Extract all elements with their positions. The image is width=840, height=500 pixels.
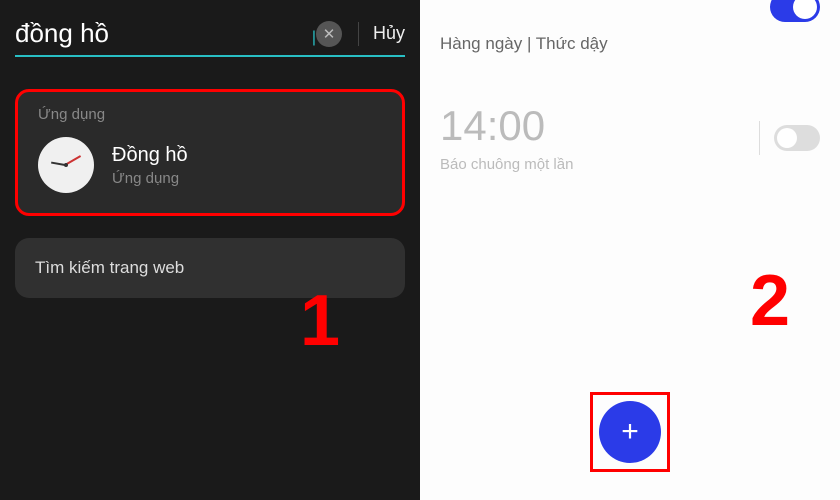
alarm-1-desc: Hàng ngày | Thức dậy	[440, 34, 820, 54]
clear-icon[interactable]: ✕	[316, 21, 342, 47]
annotation-step-1: 1	[300, 280, 340, 362]
toggle-on-icon[interactable]	[770, 0, 820, 22]
search-bar: đồng hồ| ✕ Hủy	[15, 0, 405, 57]
app-category: Ứng dụng	[112, 170, 188, 187]
alarm-screen: Hàng ngày | Thức dậy 14:00 Báo chuông mộ…	[420, 0, 840, 500]
annotation-highlight: +	[590, 392, 670, 472]
alarm-2-desc: Báo chuông một lần	[440, 156, 573, 173]
search-screen: đồng hồ| ✕ Hủy Ứng dụng Đồng hồ Ứng dụng…	[0, 0, 420, 500]
alarm-1[interactable]	[440, 0, 820, 22]
clock-icon	[38, 137, 94, 193]
web-search-item[interactable]: Tìm kiếm trang web	[15, 238, 405, 298]
separator	[759, 121, 760, 155]
app-name: Đồng hồ	[112, 144, 188, 167]
annotation-step-2: 2	[750, 260, 790, 342]
separator	[358, 22, 359, 46]
add-alarm-button[interactable]: +	[599, 401, 661, 463]
section-label: Ứng dụng	[38, 106, 382, 123]
app-row[interactable]: Đồng hồ Ứng dụng	[38, 137, 382, 193]
toggle-off-icon[interactable]	[774, 125, 820, 151]
cancel-button[interactable]: Hủy	[373, 23, 405, 44]
plus-icon: +	[621, 415, 639, 449]
alarm-2[interactable]: 14:00 Báo chuông một lần	[440, 102, 820, 173]
app-result-card[interactable]: Ứng dụng Đồng hồ Ứng dụng	[15, 89, 405, 216]
search-input[interactable]: đồng hồ	[15, 18, 312, 49]
alarm-2-time: 14:00	[440, 102, 573, 150]
